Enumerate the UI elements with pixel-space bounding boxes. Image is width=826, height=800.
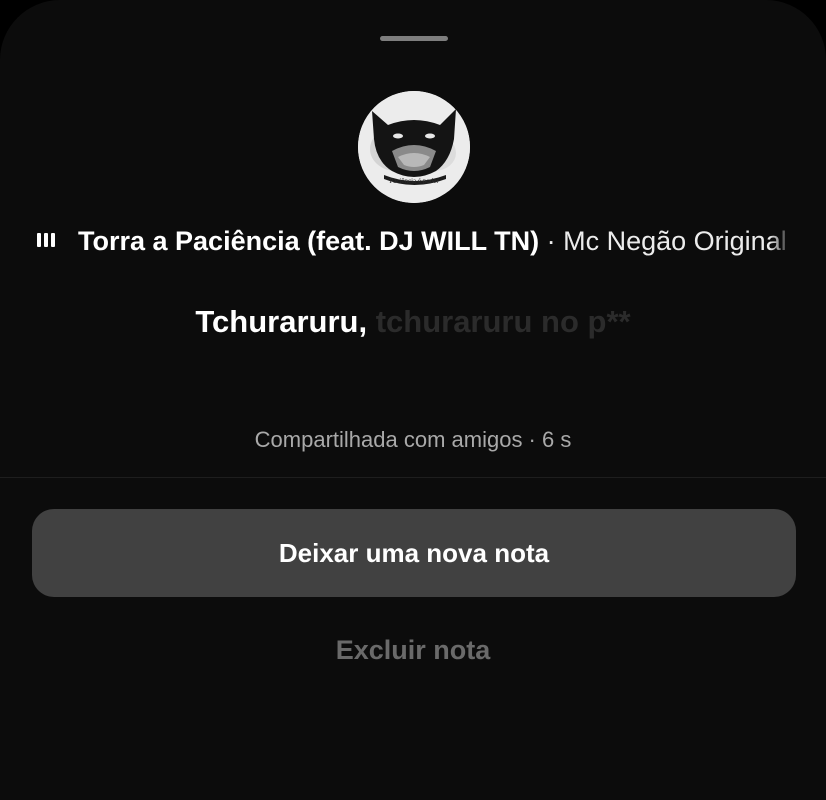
note-bottom-sheet: Paciência é poder Torra a Paciência (fea…	[0, 0, 826, 800]
song-info[interactable]: Torra a Paciência (feat. DJ WILL TN) · M…	[34, 222, 792, 260]
music-bars-icon	[37, 233, 55, 247]
avatar-caption: Paciência é poder	[389, 177, 439, 185]
panther-logo-icon	[358, 91, 470, 203]
marquee-fade	[770, 222, 792, 260]
leave-new-note-button[interactable]: Deixar uma nova nota	[32, 509, 796, 597]
song-separator: ·	[539, 226, 564, 256]
avatar: Paciência é poder	[358, 91, 470, 203]
divider	[0, 477, 826, 478]
lyric-active: Tchuraruru,	[195, 304, 368, 339]
shared-status: Compartilhada com amigos · 6 s	[254, 427, 572, 452]
lyrics-line: Tchuraruru, tchuraruru no p**	[0, 302, 826, 342]
song-title: Torra a Paciência (feat. DJ WILL TN)	[78, 226, 540, 256]
lyric-upcoming: tchuraruru no p**	[375, 304, 631, 339]
delete-note-button[interactable]: Excluir nota	[0, 632, 826, 668]
drag-handle-icon[interactable]	[380, 36, 448, 41]
song-artist: Mc Negão Original	[563, 226, 787, 256]
song-marquee: Torra a Paciência (feat. DJ WILL TN) · M…	[78, 225, 787, 257]
